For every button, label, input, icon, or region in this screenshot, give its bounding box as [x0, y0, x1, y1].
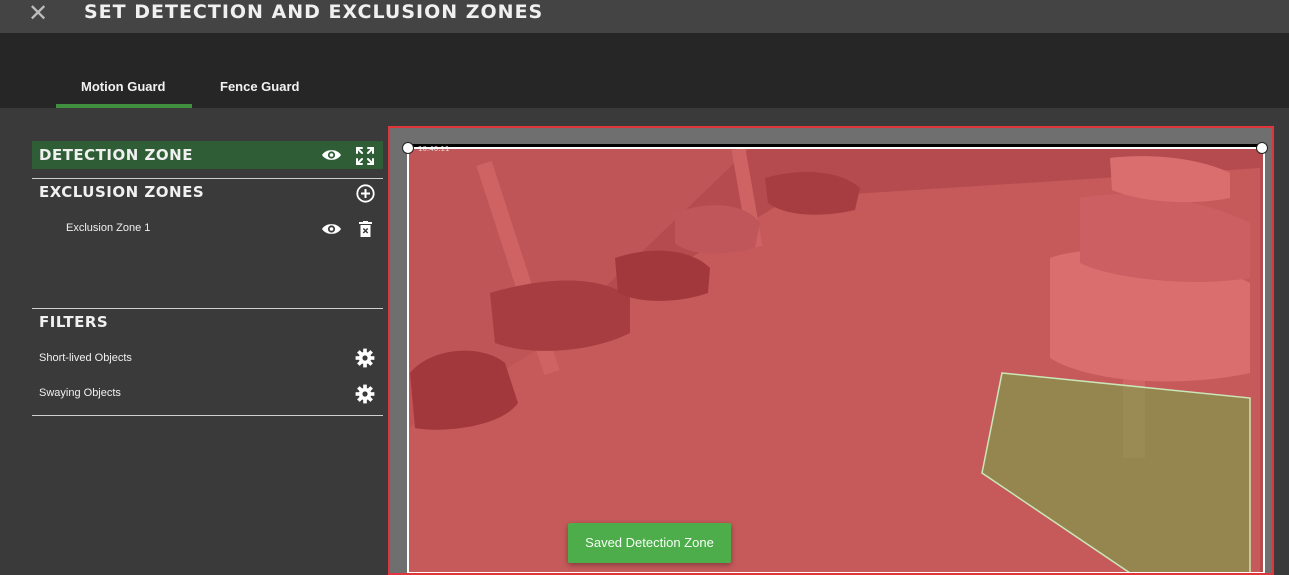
filters-title: FILTERS	[39, 313, 109, 331]
filter-short-lived-label: Short-lived Objects	[39, 352, 132, 364]
plus-circle-icon[interactable]	[356, 184, 375, 203]
tab-motion-guard[interactable]: Motion Guard	[81, 79, 166, 94]
detection-zone-title: DETECTION ZONE	[39, 146, 193, 164]
eye-icon[interactable]	[321, 222, 342, 236]
divider	[32, 415, 383, 416]
exclusion-zones-title: EXCLUSION ZONES	[39, 183, 205, 201]
fullscreen-icon[interactable]	[356, 147, 374, 165]
exclusion-zone-1-label[interactable]: Exclusion Zone 1	[66, 222, 150, 234]
detection-zone-row[interactable]: DETECTION ZONE	[32, 141, 383, 169]
eye-icon[interactable]	[321, 148, 342, 162]
top-bar: ✕ SET DETECTION AND EXCLUSION ZONES	[0, 0, 1289, 33]
tab-bar: Motion Guard Fence Guard	[0, 33, 1289, 108]
exclusion-zones-header: EXCLUSION ZONES	[32, 178, 383, 206]
saved-toast: Saved Detection Zone	[568, 523, 731, 563]
filter-swaying-label: Swaying Objects	[39, 387, 121, 399]
zone-handle-top-left[interactable]	[402, 142, 414, 154]
gear-icon[interactable]	[355, 348, 375, 368]
gear-icon[interactable]	[355, 384, 375, 404]
tab-fence-guard[interactable]: Fence Guard	[220, 79, 299, 94]
page-title: SET DETECTION AND EXCLUSION ZONES	[84, 1, 544, 23]
zone-handle-top-right[interactable]	[1256, 142, 1268, 154]
delete-icon[interactable]	[359, 221, 372, 237]
camera-view[interactable]: 10:40:11	[388, 126, 1274, 575]
camera-scene: 10:40:11	[390, 128, 1272, 573]
active-tab-indicator	[56, 104, 192, 108]
close-icon[interactable]: ✕	[28, 1, 48, 25]
filters-header: FILTERS	[32, 308, 383, 336]
